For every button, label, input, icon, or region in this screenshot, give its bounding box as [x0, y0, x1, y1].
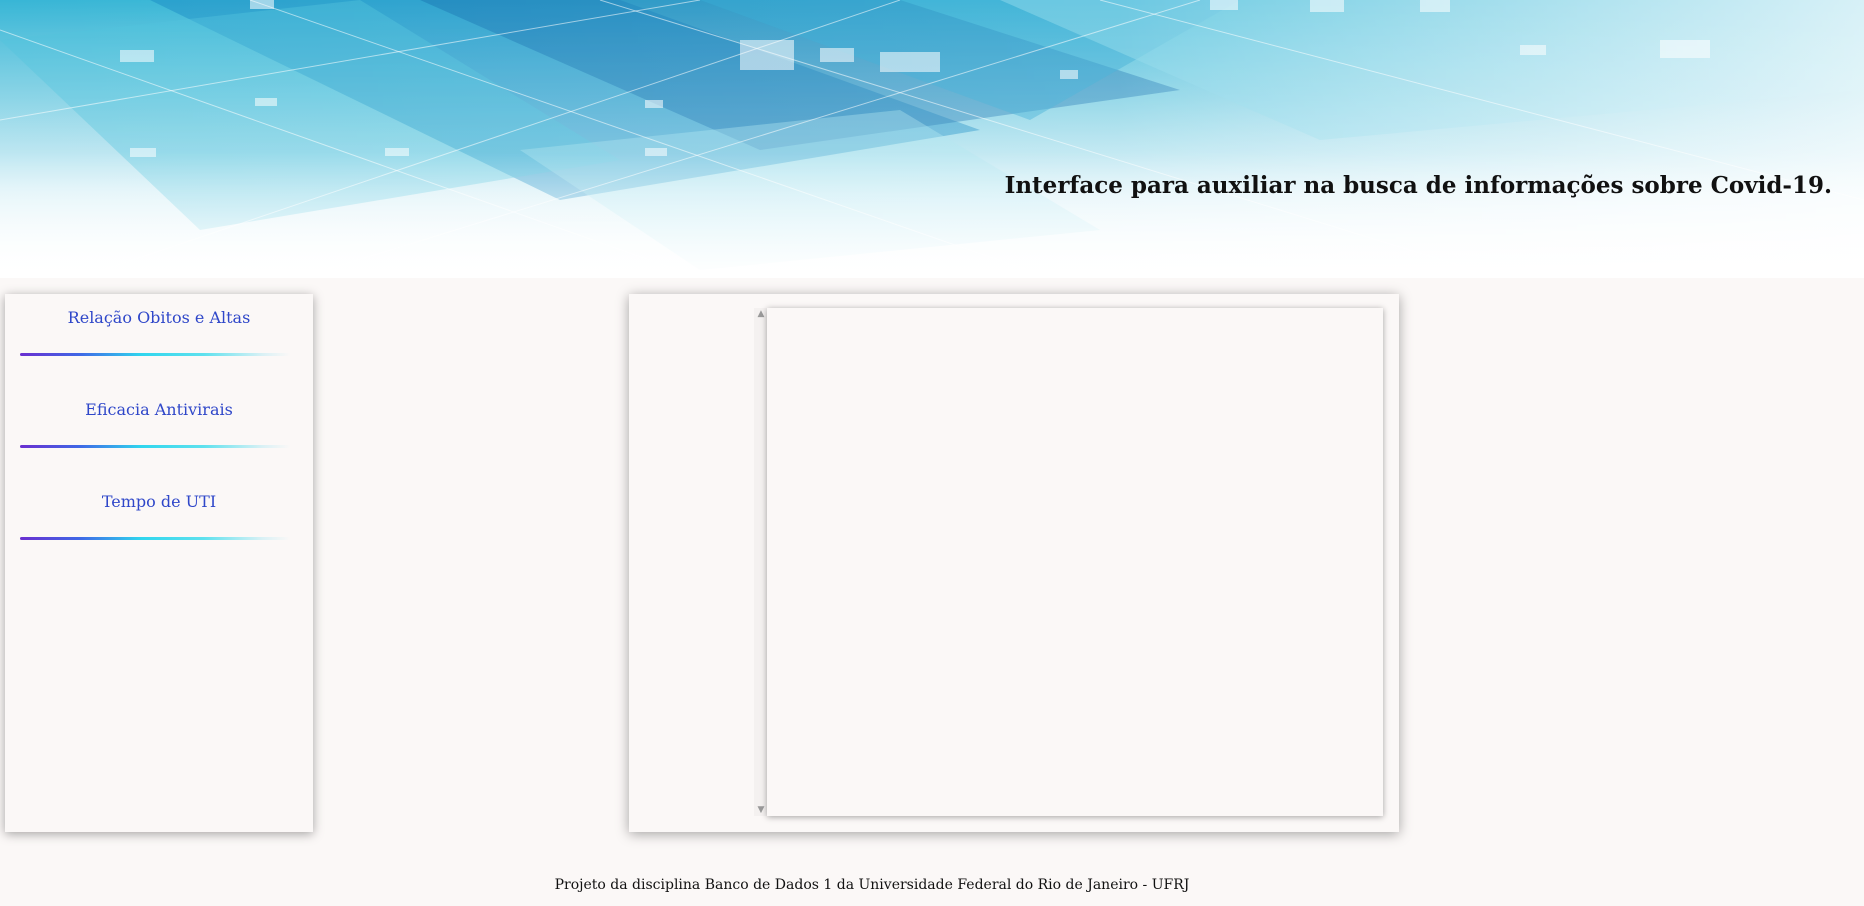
nav-underline-divider: [20, 445, 290, 448]
nav-underline-divider: [20, 353, 290, 356]
sidebar-item-relacao-obitos-altas[interactable]: Relação Obitos e Altas: [5, 294, 313, 386]
content-viewer-frame[interactable]: [767, 308, 1383, 816]
vertical-scrollbar[interactable]: ▲ ▼: [754, 308, 768, 816]
sidebar-item-tempo-de-uti[interactable]: Tempo de UTI: [5, 478, 313, 570]
sidebar-item-label[interactable]: Tempo de UTI: [102, 492, 216, 511]
scroll-down-icon[interactable]: ▼: [754, 804, 768, 816]
sidebar-item-label[interactable]: Eficacia Antivirais: [85, 400, 233, 419]
content-panel: ▲ ▼: [629, 294, 1399, 832]
scroll-up-icon[interactable]: ▲: [754, 308, 768, 320]
footer-text: Projeto da disciplina Banco de Dados 1 d…: [554, 877, 1190, 893]
header-banner: Interface para auxiliar na busca de info…: [0, 0, 1864, 278]
nav-underline-divider: [20, 537, 290, 540]
sidebar-item-eficacia-antivirais[interactable]: Eficacia Antivirais: [5, 386, 313, 478]
sidebar-menu: Relação Obitos e Altas Eficacia Antivira…: [5, 294, 313, 832]
sidebar-item-label[interactable]: Relação Obitos e Altas: [68, 308, 251, 327]
page-title: Interface para auxiliar na busca de info…: [1004, 172, 1832, 199]
abstract-tech-banner-image: [0, 0, 1864, 278]
